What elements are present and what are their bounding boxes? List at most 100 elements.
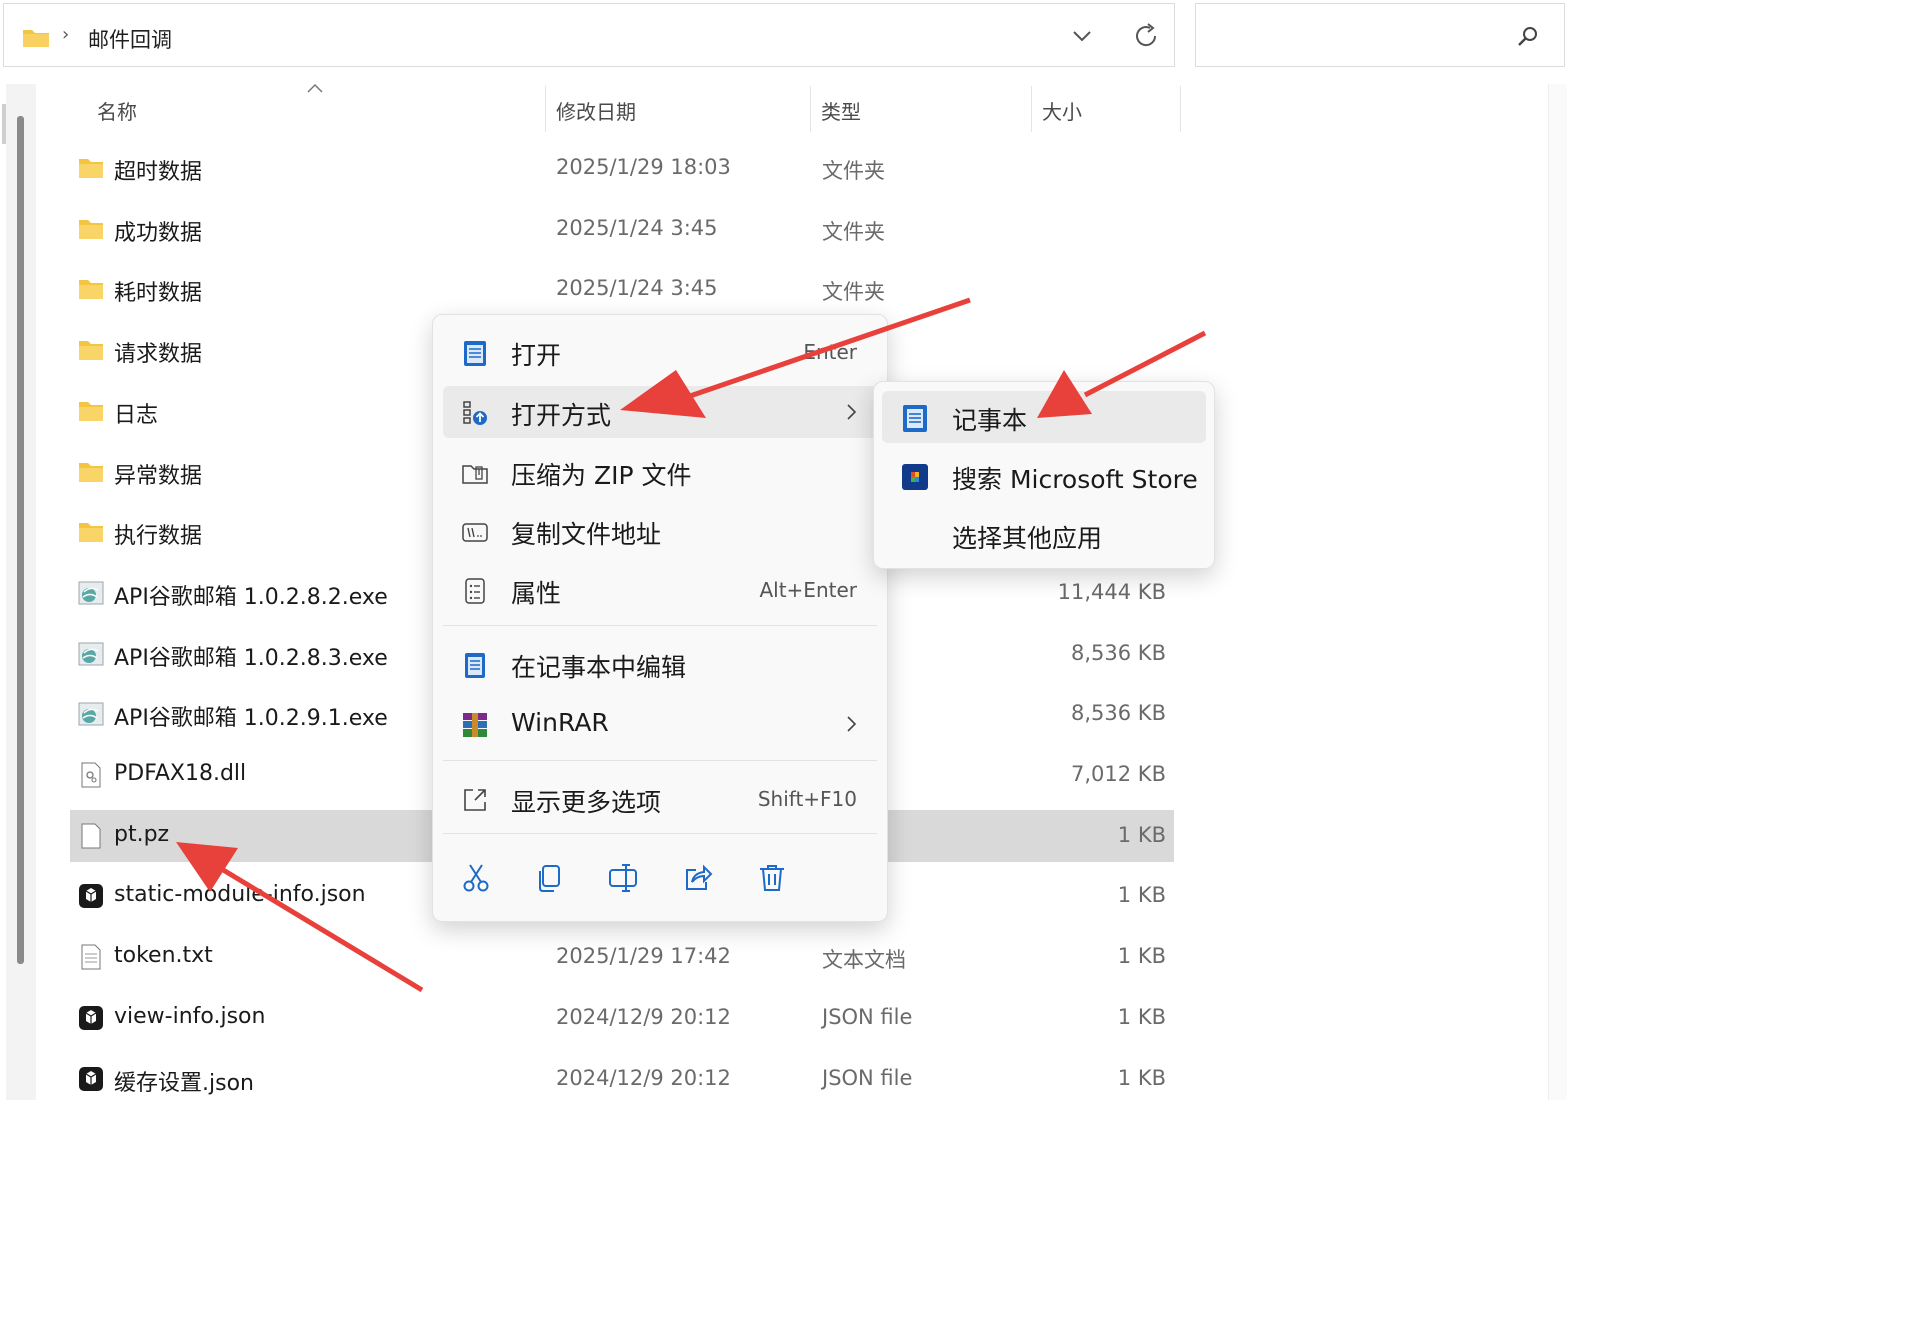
file-date: 2024/12/9 20:12: [556, 1066, 731, 1090]
folder-icon: [78, 276, 104, 302]
file-name: 执行数据: [114, 524, 203, 549]
menu-item-properties[interactable]: 属性 Alt+Enter: [443, 564, 877, 616]
file-name: API谷歌邮箱 1.0.2.8.2.exe: [114, 585, 388, 610]
file-name: 成功数据: [114, 221, 203, 246]
file-name: 请求数据: [114, 342, 203, 367]
menu-item-shortcut: Shift+F10: [757, 787, 857, 811]
file-type: 文件夹: [822, 159, 885, 183]
folder-icon: [78, 398, 104, 424]
file-name: 缓存设置.json: [114, 1071, 254, 1096]
menu-item-label: 显示更多选项: [511, 788, 662, 817]
delete-icon[interactable]: [756, 862, 788, 894]
submenu-item-label: 选择其他应用: [952, 524, 1103, 553]
file-name: API谷歌邮箱 1.0.2.9.1.exe: [114, 706, 388, 731]
menu-item-edit-in-notepad[interactable]: 在记事本中编辑: [443, 638, 877, 690]
column-date[interactable]: 修改日期: [556, 96, 636, 125]
file-name: 异常数据: [114, 464, 203, 489]
menu-item-show-more-options[interactable]: 显示更多选项 Shift+F10: [443, 773, 877, 825]
refresh-icon[interactable]: [1132, 22, 1160, 50]
file-type: JSON file: [822, 1005, 913, 1029]
json-icon: [78, 883, 104, 909]
chevron-down-icon[interactable]: [1070, 26, 1094, 46]
search-icon[interactable]: [1516, 24, 1540, 48]
file-date: 2025/1/24 3:45: [556, 276, 718, 300]
chevron-right-icon: [847, 404, 857, 420]
folder-icon: [78, 459, 104, 485]
file-name: view-info.json: [114, 1004, 266, 1029]
open-with-submenu: 记事本 搜索 Microsoft Store 选择其他应用: [873, 381, 1215, 569]
cut-icon[interactable]: [460, 862, 492, 894]
vertical-scrollbar[interactable]: [1548, 84, 1567, 1100]
submenu-item-label: 记事本: [952, 406, 1028, 435]
menu-separator: [443, 625, 877, 626]
column-name[interactable]: 名称: [97, 96, 137, 125]
menu-item-compress-zip[interactable]: 压缩为 ZIP 文件: [443, 446, 877, 498]
notepad-edit-icon: [465, 653, 485, 678]
file-date: 2025/1/29 17:42: [556, 944, 731, 968]
json-icon: [78, 1005, 104, 1031]
properties-icon: [465, 578, 485, 604]
folder-icon: [78, 337, 104, 363]
more-options-icon: [464, 789, 486, 811]
address-bar[interactable]: › 邮件回调: [3, 3, 1175, 67]
file-type: 文本文档: [822, 948, 906, 972]
menu-item-winrar[interactable]: WinRAR: [443, 698, 877, 750]
folder-row[interactable]: 超时数据 2025/1/29 18:03 文件夹: [70, 142, 1174, 194]
submenu-item-microsoft-store[interactable]: 搜索 Microsoft Store: [882, 450, 1206, 502]
file-type: 文件夹: [822, 220, 885, 244]
menu-item-label: 在记事本中编辑: [511, 653, 687, 682]
file-row[interactable]: view-info.json 2024/12/9 20:12 JSON file 1 …: [70, 992, 1174, 1044]
file-type: JSON file: [822, 1066, 913, 1090]
menu-item-open-with[interactable]: 打开方式: [443, 386, 877, 438]
column-divider[interactable]: [810, 86, 811, 132]
notepad-icon: [903, 405, 927, 432]
folder-row[interactable]: 成功数据 2025/1/24 3:45 文件夹: [70, 203, 1174, 255]
context-menu: 打开 Enter 打开方式 压缩为 ZIP 文件 复制文件地址 属性 Alt+E…: [432, 314, 888, 922]
menu-item-label: 打开: [511, 341, 562, 370]
json-icon: [78, 1066, 104, 1092]
file-size: 1 KB: [1117, 1066, 1166, 1090]
menu-item-label: 打开方式: [511, 401, 612, 430]
menu-item-open[interactable]: 打开 Enter: [443, 326, 877, 378]
file-row[interactable]: 缓存设置.json 2024/12/9 20:12 JSON file 1 KB: [70, 1053, 1174, 1105]
column-type[interactable]: 类型: [821, 96, 861, 125]
search-input[interactable]: [1195, 3, 1565, 67]
exe-icon: [78, 641, 104, 667]
text-file-icon: [78, 944, 104, 970]
column-divider[interactable]: [1031, 86, 1032, 132]
file-size: 1 KB: [1117, 1005, 1166, 1029]
file-type: 文件夹: [822, 280, 885, 304]
file-size: 8,536 KB: [1071, 641, 1166, 665]
file-size: 1 KB: [1117, 944, 1166, 968]
column-size[interactable]: 大小: [1042, 96, 1082, 125]
menu-item-copy-path[interactable]: 复制文件地址: [443, 505, 877, 557]
notepad-icon: [464, 341, 486, 366]
file-name: 日志: [114, 403, 159, 428]
rename-icon[interactable]: [608, 862, 640, 894]
file-icon: [78, 823, 104, 849]
menu-item-label: WinRAR: [511, 708, 609, 737]
navigation-scrollbar[interactable]: [17, 116, 24, 964]
file-date: 2025/1/29 18:03: [556, 155, 731, 179]
file-size: 1 KB: [1117, 883, 1166, 907]
folder-row[interactable]: 耗时数据 2025/1/24 3:45 文件夹: [70, 263, 1174, 315]
exe-icon: [78, 580, 104, 606]
copy-path-icon: [462, 523, 488, 542]
submenu-item-choose-another-app[interactable]: 选择其他应用: [882, 509, 1206, 561]
breadcrumb-current[interactable]: 邮件回调: [88, 24, 172, 54]
file-date: 2024/12/9 20:12: [556, 1005, 731, 1029]
share-icon[interactable]: [682, 862, 714, 894]
submenu-item-notepad[interactable]: 记事本: [882, 391, 1206, 443]
column-divider[interactable]: [1180, 86, 1181, 132]
file-row[interactable]: token.txt 2025/1/29 17:42 文本文档 1 KB: [70, 931, 1174, 983]
file-name: 超时数据: [114, 160, 203, 185]
dll-icon: [78, 762, 104, 788]
menu-separator: [443, 833, 877, 834]
menu-item-label: 复制文件地址: [511, 520, 662, 549]
file-size: 1 KB: [1117, 823, 1166, 847]
column-divider[interactable]: [545, 86, 546, 132]
file-name: 耗时数据: [114, 281, 203, 306]
open-with-icon: [463, 401, 487, 425]
copy-icon[interactable]: [534, 862, 566, 894]
file-name: token.txt: [114, 943, 213, 968]
